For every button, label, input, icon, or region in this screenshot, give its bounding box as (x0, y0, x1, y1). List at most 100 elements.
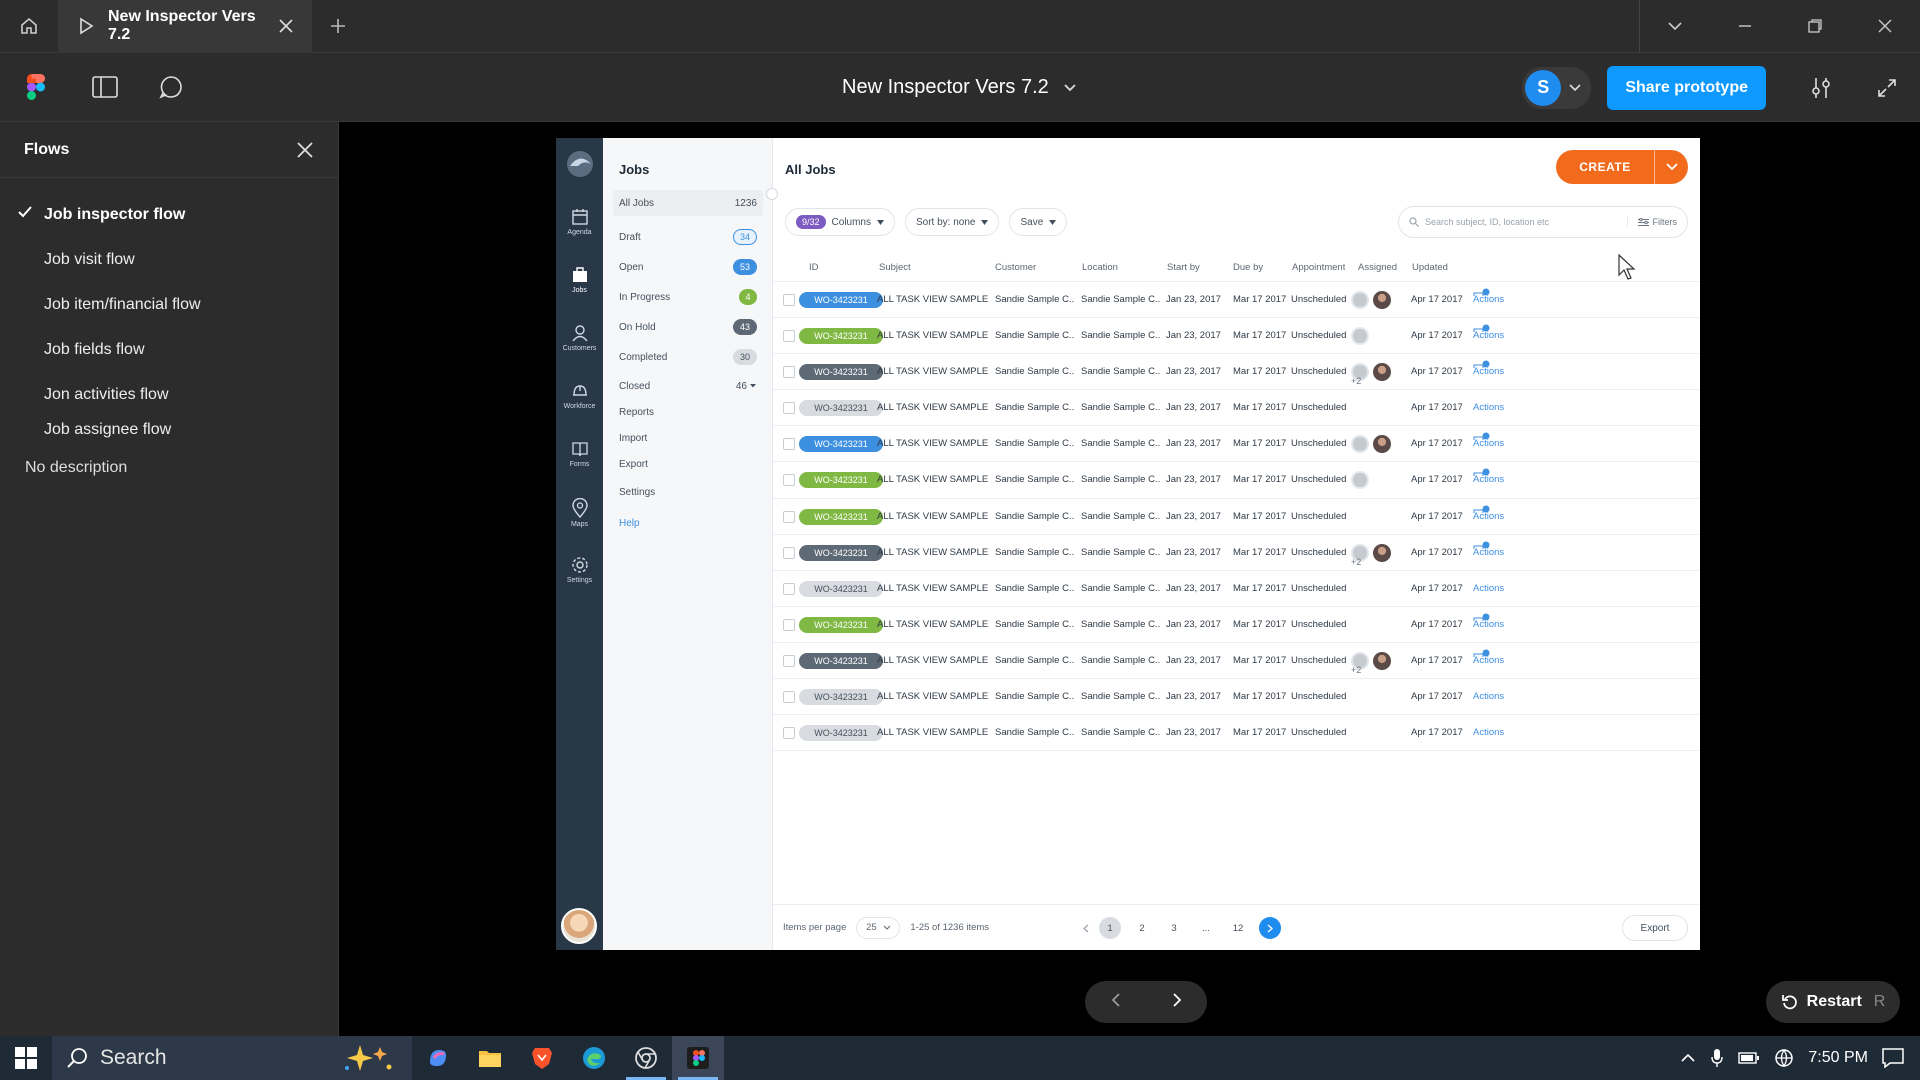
actions-link[interactable]: Actions (1473, 426, 1504, 462)
job-id-badge[interactable]: WO-3423231 (799, 725, 883, 742)
sort-button[interactable]: Sort by: none (905, 208, 1000, 236)
chevron-left-icon[interactable] (1083, 924, 1089, 933)
page-2[interactable]: 2 (1131, 917, 1153, 939)
job-id-badge[interactable]: WO-3423231 (799, 616, 883, 633)
minimize-button[interactable] (1710, 0, 1780, 53)
page-12[interactable]: 12 (1227, 917, 1249, 939)
job-id-badge[interactable]: WO-3423231 (799, 544, 883, 561)
create-button[interactable]: CREATE (1556, 150, 1688, 184)
new-tab-button[interactable] (312, 0, 364, 53)
table-row[interactable]: WO-3423231 ALL TASK VIEW SAMPLE Sandie Sam… (773, 354, 1700, 391)
actions-link[interactable]: Actions (1473, 679, 1504, 715)
submenu-item-export[interactable]: Export (613, 451, 763, 477)
restart-button[interactable]: Restart R (1766, 981, 1900, 1023)
share-prototype-button[interactable]: Share prototype (1607, 65, 1766, 110)
rail-item-maps[interactable]: Maps (556, 498, 603, 528)
actions-link[interactable]: Actions (1473, 390, 1504, 426)
taskbar-app-edge[interactable] (568, 1036, 620, 1080)
submenu-item-reports[interactable]: Reports (613, 399, 763, 425)
column-header-updated[interactable]: Updated (1412, 254, 1448, 282)
actions-link[interactable]: Actions (1473, 499, 1504, 535)
chevron-down-icon[interactable] (749, 383, 757, 389)
row-checkbox[interactable] (783, 294, 795, 306)
actions-link[interactable]: Actions (1473, 607, 1504, 643)
settings-button[interactable] (1788, 76, 1854, 100)
create-dropdown-button[interactable] (1654, 150, 1688, 184)
table-row[interactable]: WO-3423231 ALL TASK VIEW SAMPLE Sandie Sam… (773, 679, 1700, 716)
row-checkbox[interactable] (783, 330, 795, 343)
row-checkbox[interactable] (783, 691, 795, 704)
page-1[interactable]: 1 (1099, 917, 1121, 939)
row-checkbox[interactable] (783, 366, 795, 379)
flow-item-job-fields[interactable]: Job fields flow (0, 327, 338, 372)
filters-button[interactable]: Filters (1626, 217, 1677, 227)
row-checkbox[interactable] (783, 474, 795, 487)
job-id-badge[interactable]: WO-3423231 (799, 508, 883, 525)
taskbar-app-copilot[interactable] (412, 1036, 464, 1080)
prototype-frame[interactable]: Agenda Jobs Customers Workforce Forms Ma… (556, 138, 1700, 950)
submenu-item-open[interactable]: Open 53 (613, 254, 763, 280)
assigned-avatars[interactable]: +2 (1351, 543, 1391, 567)
next-page-button[interactable] (1259, 917, 1281, 939)
job-id-badge[interactable]: WO-3423231 (799, 328, 883, 345)
assigned-avatars[interactable]: +2 (1351, 363, 1391, 386)
actions-link[interactable]: Actions (1473, 535, 1504, 571)
tabs-menu-button[interactable] (1640, 0, 1710, 53)
chevron-up-icon[interactable] (1680, 1053, 1696, 1063)
job-id-badge[interactable]: WO-3423231 (799, 472, 883, 489)
close-icon[interactable] (296, 141, 314, 159)
submenu-item-on-hold[interactable]: On Hold 43 (613, 314, 763, 340)
assigned-avatars[interactable]: +2 (1351, 651, 1391, 675)
row-checkbox[interactable] (783, 510, 795, 523)
column-header-assigned[interactable]: Assigned (1358, 254, 1397, 282)
battery-icon[interactable] (1738, 1051, 1760, 1065)
next-frame-button[interactable] (1171, 992, 1183, 1013)
job-id-badge[interactable]: WO-3423231 (799, 292, 883, 308)
user-menu[interactable]: S (1522, 66, 1592, 109)
microphone-icon[interactable] (1710, 1048, 1724, 1068)
table-row[interactable]: WO-3423231 ALL TASK VIEW SAMPLE Sandie Sam… (773, 535, 1700, 571)
rail-item-jobs[interactable]: Jobs (556, 266, 603, 294)
actions-link[interactable]: Actions (1473, 571, 1504, 607)
job-id-badge[interactable]: WO-3423231 (799, 436, 883, 453)
avatar[interactable] (561, 908, 597, 944)
tab-prototype[interactable]: New Inspector Vers 7.2 (58, 0, 312, 53)
job-id-badge[interactable]: WO-3423231 (799, 580, 883, 597)
items-per-page-select[interactable]: 25 (856, 916, 901, 939)
taskbar-app-figma[interactable] (672, 1036, 724, 1080)
home-button[interactable] (0, 0, 58, 53)
job-id-badge[interactable]: WO-3423231 (799, 364, 883, 381)
restore-button[interactable] (1780, 0, 1850, 53)
start-button[interactable] (0, 1036, 52, 1080)
row-checkbox[interactable] (783, 654, 795, 667)
submenu-item-closed[interactable]: Closed 46 (613, 373, 763, 399)
taskbar-app-file-explorer[interactable] (464, 1036, 516, 1080)
previous-frame-button[interactable] (1110, 992, 1122, 1013)
taskbar-search[interactable]: Search (52, 1036, 412, 1080)
fullscreen-button[interactable] (1854, 78, 1920, 98)
actions-link[interactable]: Actions (1473, 462, 1504, 498)
assigned-avatars[interactable] (1351, 435, 1391, 454)
flow-item-job-inspector[interactable]: Job inspector flow (0, 192, 338, 237)
submenu-item-all-jobs[interactable]: All Jobs 1236 (613, 190, 763, 216)
figma-menu-button[interactable] (0, 53, 72, 122)
flow-item-job-visit[interactable]: Job visit flow (0, 237, 338, 282)
submenu-item-in-progress[interactable]: In Progress 4 (613, 284, 763, 310)
flow-item-job-assignee[interactable]: Job assignee flow (0, 417, 338, 441)
rail-item-workforce[interactable]: Workforce (556, 382, 603, 410)
notification-icon[interactable] (1882, 1048, 1904, 1068)
submenu-item-settings[interactable]: Settings (613, 479, 763, 505)
column-header-due-by[interactable]: Due by (1233, 254, 1263, 282)
submenu-item-help[interactable]: Help (613, 510, 763, 536)
column-header-start-by[interactable]: Start by (1167, 254, 1200, 282)
clock[interactable]: 7:50 PM (1808, 1049, 1868, 1067)
table-row[interactable]: WO-3423231 ALL TASK VIEW SAMPLE Sandie Sam… (773, 318, 1700, 355)
submenu-item-import[interactable]: Import (613, 425, 763, 451)
job-id-badge[interactable]: WO-3423231 (799, 652, 883, 669)
table-row[interactable]: WO-3423231 ALL TASK VIEW SAMPLE Sandie Sam… (773, 390, 1700, 427)
assigned-avatars[interactable] (1351, 471, 1369, 490)
column-header-id[interactable]: ID (809, 254, 819, 282)
actions-link[interactable]: Actions (1473, 643, 1504, 679)
table-row[interactable]: WO-3423231 ALL TASK VIEW SAMPLE Sandie Sam… (773, 607, 1700, 643)
row-checkbox[interactable] (783, 402, 795, 415)
